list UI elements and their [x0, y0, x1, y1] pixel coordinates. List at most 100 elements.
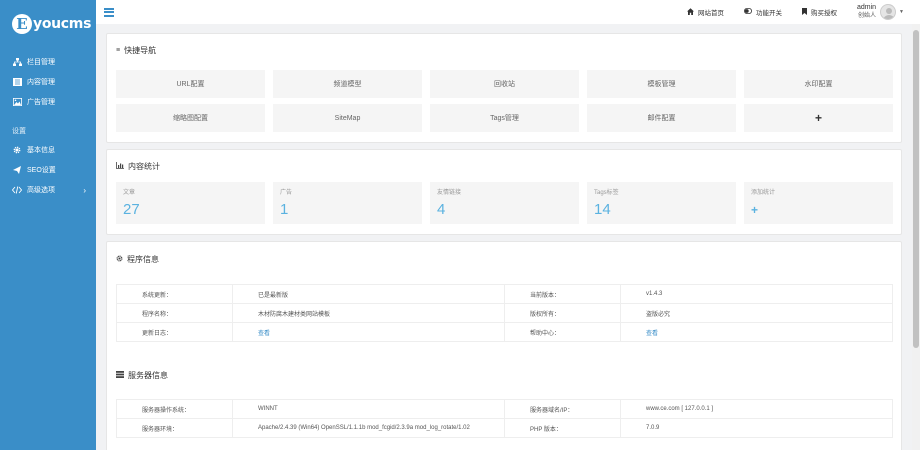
sidebar-item-content[interactable]: 内容管理	[0, 72, 96, 92]
stat-value: 1	[280, 201, 289, 218]
sidebar-item-label: 高级选项	[27, 187, 55, 194]
info-key: 当前版本：	[504, 284, 621, 304]
sidebar-item-basic-info[interactable]: 基本信息	[0, 140, 96, 160]
table-row: 程序名称： 木材防腐木建材类网站模板 版权所有： 盗版必究	[116, 303, 893, 323]
quicknav-title-text: 快捷导航	[124, 45, 157, 55]
table-row: 系统更新： 已是最新版 当前版本： v1.4.3	[116, 284, 893, 304]
logo[interactable]: E youcms	[0, 0, 96, 48]
sidebar-item-advanced[interactable]: 高级选项 ›	[0, 180, 96, 200]
stat-value: 4	[437, 201, 446, 218]
info-value: 已是最新版	[232, 284, 505, 304]
changelog-link[interactable]: 查看	[258, 331, 270, 337]
stat-label: 友情链接	[437, 190, 462, 196]
header-link-home[interactable]: 网站首页	[686, 7, 724, 17]
sidebar-item-label: 广告管理	[27, 99, 55, 106]
stat-links[interactable]: 友情链接 4	[430, 182, 579, 224]
user-menu[interactable]: admin 创始人 ▼	[857, 4, 904, 20]
sidebar-item-ads[interactable]: 广告管理	[0, 92, 96, 112]
program-info-title: 程序信息	[107, 242, 901, 276]
table-row: 更新日志： 查看 帮助中心： 查看	[116, 322, 893, 342]
user-name: admin	[856, 4, 877, 11]
caret-down-icon: ▼	[899, 9, 904, 15]
quicknav-thumbnail-config[interactable]: 缩略图配置	[116, 104, 265, 132]
sidebar-item-seo[interactable]: SEO设置	[0, 160, 96, 180]
info-key: 服务器环境：	[116, 418, 233, 438]
stat-label: Tags标签	[594, 190, 619, 196]
program-info-table: 系统更新： 已是最新版 当前版本： v1.4.3 程序名称： 木材防腐木建材类网…	[116, 284, 893, 342]
info-panel: 程序信息 系统更新： 已是最新版 当前版本： v1.4.3 程序名称： 木材防腐…	[106, 241, 902, 450]
bookmark-icon	[801, 7, 807, 17]
stats-title-text: 内容统计	[128, 161, 160, 171]
stat-articles[interactable]: 文章 27	[116, 182, 265, 224]
server-info-table: 服务器操作系统： WINNT 服务器域名/IP： www.ce.com [ 12…	[116, 399, 893, 438]
quicknav-recycle-bin[interactable]: 回收站	[430, 70, 579, 98]
quicknav-template-manage[interactable]: 模板管理	[587, 70, 736, 98]
sidebar-item-label: SEO设置	[27, 167, 56, 174]
stat-ads[interactable]: 广告 1	[273, 182, 422, 224]
top-header: 网站首页 功能开关 购买授权 admin 创始人 ▼	[96, 0, 920, 24]
header-link-buy-license[interactable]: 购买授权	[801, 7, 837, 17]
info-key: 程序名称：	[116, 303, 233, 323]
code-icon	[12, 186, 22, 194]
sidebar-item-label: 栏目管理	[27, 59, 55, 66]
server-info-title: 服务器信息	[107, 358, 901, 392]
info-value: 7.0.9	[620, 418, 893, 438]
table-row: 服务器操作系统： WINNT 服务器域名/IP： www.ce.com [ 12…	[116, 399, 893, 419]
sidebar-item-columns[interactable]: 栏目管理	[0, 52, 96, 72]
main-content: ≡ 快捷导航 URL配置 频道模型 回收站 模板管理 水印配置 缩略图配置 Si…	[106, 33, 902, 450]
quicknav-panel: ≡ 快捷导航 URL配置 频道模型 回收站 模板管理 水印配置 缩略图配置 Si…	[106, 33, 902, 143]
header-link-feature-switch[interactable]: 功能开关	[743, 7, 782, 17]
quicknav-add-button[interactable]: +	[744, 104, 893, 132]
header-link-label: 网站首页	[697, 10, 724, 17]
menu-toggle-icon[interactable]	[104, 7, 114, 17]
quicknav-mail-config[interactable]: 邮件配置	[587, 104, 736, 132]
gear-icon	[116, 255, 123, 264]
info-key: 系统更新：	[116, 284, 233, 304]
server-icon	[116, 370, 124, 380]
server-info-title-text: 服务器信息	[128, 370, 168, 380]
table-row: 服务器环境： Apache/2.4.39 (Win64) OpenSSL/1.1…	[116, 418, 893, 438]
quicknav-watermark-config[interactable]: 水印配置	[744, 70, 893, 98]
bar-chart-icon	[116, 161, 124, 171]
stat-value: 27	[123, 201, 140, 218]
sidebar-item-label: 内容管理	[27, 79, 55, 86]
list-icon	[12, 78, 22, 86]
header-link-label: 功能开关	[755, 10, 782, 17]
page-scrollbar[interactable]	[912, 24, 920, 450]
image-icon	[12, 98, 22, 106]
stat-label: 添加统计	[751, 190, 776, 196]
sidebar: E youcms 栏目管理 内容管理 广告管理 设置 基本信息 SEO设置 高级…	[0, 0, 96, 450]
info-value: 盗版必究	[620, 303, 893, 323]
sitemap-icon	[12, 58, 22, 66]
home-icon	[686, 7, 694, 17]
sidebar-section-settings: 设置	[12, 128, 26, 135]
chevron-right-icon: ›	[83, 185, 86, 195]
quicknav-channel-model[interactable]: 频道模型	[273, 70, 422, 98]
help-center-link[interactable]: 查看	[646, 331, 658, 337]
stat-add[interactable]: 添加统计 +	[744, 182, 893, 224]
user-role: 创始人	[858, 13, 877, 19]
quicknav-url-config[interactable]: URL配置	[116, 70, 265, 98]
stat-label: 文章	[123, 190, 136, 196]
header-link-label: 购买授权	[810, 10, 837, 17]
sidebar-item-label: 基本信息	[27, 147, 55, 154]
scrollbar-thumb[interactable]	[913, 30, 919, 348]
toggle-icon	[743, 8, 752, 16]
info-key: PHP 版本：	[504, 418, 621, 438]
add-stat-plus-icon: +	[751, 203, 759, 217]
info-key: 帮助中心：	[504, 322, 621, 342]
info-value: Apache/2.4.39 (Win64) OpenSSL/1.1.1b mod…	[232, 418, 505, 438]
stat-tags[interactable]: Tags标签 14	[587, 182, 736, 224]
gear-icon	[12, 146, 22, 154]
quicknav-tags-manage[interactable]: Tags管理	[430, 104, 579, 132]
info-key: 服务器操作系统：	[116, 399, 233, 419]
stats-panel: 内容统计 文章 27 广告 1 友情链接 4 Tags标签 14 添加统计 +	[106, 149, 902, 235]
avatar[interactable]	[880, 4, 897, 20]
quicknav-sitemap[interactable]: SiteMap	[273, 104, 422, 132]
program-info-title-text: 程序信息	[127, 254, 159, 264]
list-icon: ≡	[116, 46, 121, 54]
stat-label: 广告	[280, 190, 293, 196]
info-value: v1.4.3	[620, 284, 893, 304]
info-value: www.ce.com [ 127.0.0.1 ]	[620, 399, 893, 419]
logo-mark: E	[12, 14, 32, 34]
